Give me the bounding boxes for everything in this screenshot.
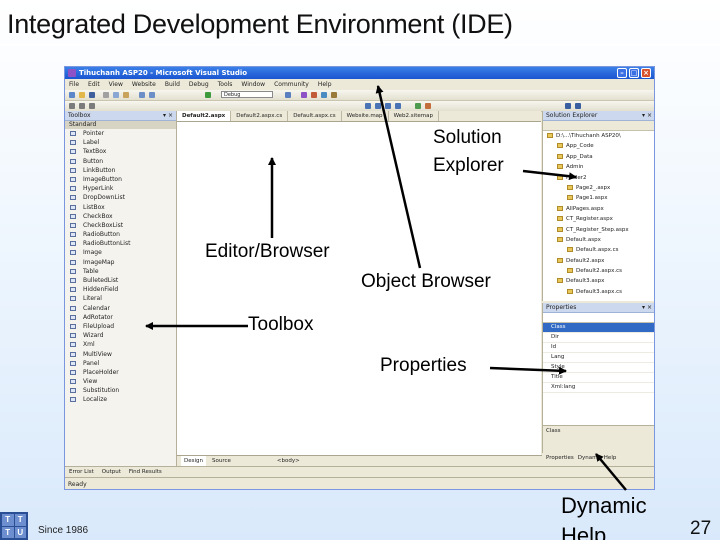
arrow-to-properties [489, 366, 567, 375]
company-logo: T T T U [0, 512, 28, 540]
arrow-to-object-browser [375, 85, 422, 269]
arrow-to-dynamic-help [595, 453, 627, 491]
logo-letter: U [14, 526, 26, 538]
page-number: 27 [690, 518, 712, 539]
logo-letter: T [2, 526, 14, 538]
logo-letter: T [2, 514, 14, 526]
footer-since: Since 1986 [38, 525, 89, 536]
slide: Integrated Development Environment (IDE)… [0, 0, 720, 540]
logo-letter: T [14, 514, 26, 526]
arrow-to-solution-explorer [522, 169, 577, 181]
callout-arrows [145, 85, 627, 491]
